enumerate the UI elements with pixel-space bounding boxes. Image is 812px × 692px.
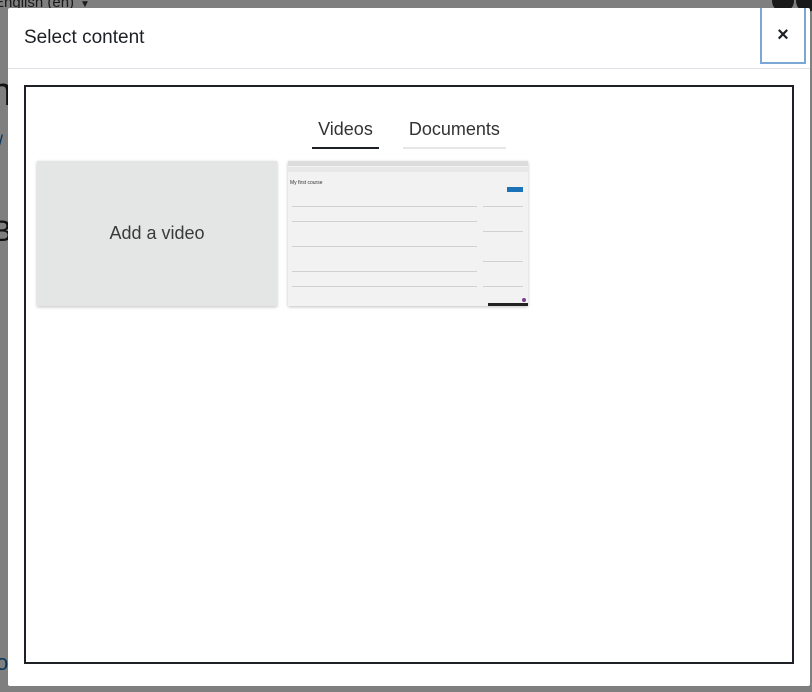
thumbnail-line [483, 286, 523, 287]
thumbnail-line [292, 206, 477, 207]
thumbnail-button [507, 187, 523, 192]
thumbnail-line [483, 206, 523, 207]
add-video-button[interactable]: Add a video [37, 161, 277, 306]
thumbnail-line [292, 246, 477, 247]
thumbnail-bar [488, 303, 528, 306]
thumbnail-toolbar [288, 167, 528, 172]
thumbnail-title: My first course [290, 180, 323, 186]
thumbnail-line [292, 271, 477, 272]
modal-body: Videos Documents Add a video My first co… [24, 85, 794, 664]
modal-title: Select content [24, 27, 145, 48]
thumbnail-line [483, 231, 523, 232]
close-button[interactable]: × [760, 8, 806, 64]
thumbnail-dot [522, 298, 526, 302]
close-icon: × [777, 23, 789, 46]
add-video-label: Add a video [109, 223, 205, 243]
content-tiles: Add a video My first course [37, 161, 528, 306]
content-tabs: Videos Documents [26, 115, 792, 149]
thumbnail-line [292, 221, 477, 222]
thumbnail-line [483, 261, 523, 262]
video-thumbnail[interactable]: My first course [288, 161, 528, 306]
modal-header: Select content × [8, 8, 810, 69]
select-content-modal: Select content × Videos Documents Add a … [8, 8, 810, 686]
thumbnail-line [292, 286, 477, 287]
tab-videos[interactable]: Videos [312, 115, 379, 149]
thumbnail-browser-bar [288, 161, 528, 166]
tab-documents[interactable]: Documents [402, 115, 506, 149]
